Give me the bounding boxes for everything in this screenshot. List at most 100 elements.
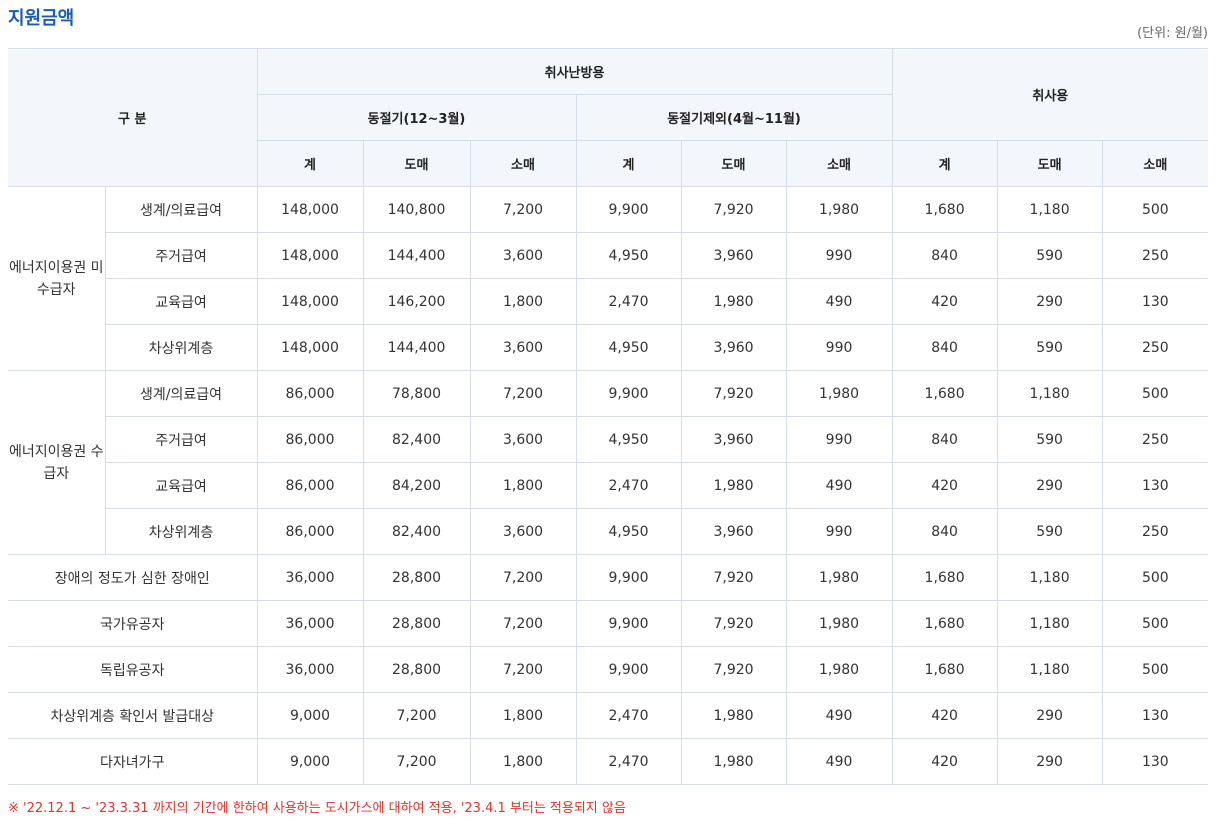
amount-cell: 4,950 [575, 232, 682, 279]
row-label: 차상위계층 확인서 발급대상 [8, 692, 258, 739]
amount-cell: 7,200 [469, 646, 577, 693]
amount-cell: 9,000 [256, 738, 364, 785]
table-row: 에너지이용권 수급자 생계/의료급여 86,000 78,800 7,200 9,900 7… [8, 370, 1209, 555]
amount-cell: 1,980 [680, 278, 787, 325]
table-row: 장애의 정도가 심한 장애인 36,000 28,800 7,200 9,900 7,92… [8, 554, 1209, 601]
amount-cell: 7,200 [362, 738, 471, 785]
amount-cell: 7,920 [680, 554, 787, 601]
amount-cell: 290 [996, 278, 1103, 325]
row-label: 주거급여 [105, 416, 258, 463]
amount-cell: 86,000 [256, 462, 364, 509]
amount-cell: 420 [891, 692, 998, 739]
amount-cell: 7,200 [362, 692, 471, 739]
header-winter: 동절기(12~3월) [257, 94, 577, 141]
amount-cell: 590 [996, 416, 1103, 463]
amount-cell: 1,800 [469, 692, 577, 739]
table-row: 차상위계층 148,000 144,400 3,600 4,950 3,960 990 840… [8, 324, 1209, 371]
amount-cell: 1,680 [891, 600, 998, 647]
table-row: 에너지이용권 미수급자 생계/의료급여 148,000 140,800 7,200 9,9… [8, 186, 1209, 371]
amount-cell: 7,920 [680, 370, 787, 417]
amount-cell: 7,200 [469, 370, 577, 417]
sub-header-cell: 소매 [1101, 140, 1209, 187]
amount-cell: 1,800 [469, 738, 577, 785]
amount-cell: 4,950 [575, 508, 682, 555]
amount-cell: 36,000 [256, 554, 364, 601]
amount-cell: 9,000 [256, 692, 364, 739]
amount-cell: 130 [1101, 738, 1209, 785]
amount-cell: 500 [1101, 646, 1209, 693]
amount-cell: 250 [1101, 324, 1209, 371]
amount-cell: 1,980 [785, 554, 893, 601]
amount-cell: 2,470 [575, 692, 682, 739]
amount-cell: 130 [1101, 462, 1209, 509]
amount-cell: 990 [785, 324, 893, 371]
amount-cell: 4,950 [575, 324, 682, 371]
amount-cell: 9,900 [575, 554, 682, 601]
amount-cell: 86,000 [256, 508, 364, 555]
header-category: 구 분 [8, 48, 258, 187]
amount-cell: 36,000 [256, 600, 364, 647]
amount-cell: 28,800 [362, 646, 471, 693]
amount-cell: 1,980 [680, 738, 787, 785]
amount-cell: 78,800 [362, 370, 471, 417]
amount-cell: 3,600 [469, 416, 577, 463]
amount-cell: 7,920 [680, 600, 787, 647]
amount-cell: 290 [996, 738, 1103, 785]
amount-cell: 3,600 [469, 324, 577, 371]
amount-cell: 1,680 [891, 646, 998, 693]
amount-cell: 4,950 [575, 416, 682, 463]
amount-cell: 1,980 [785, 370, 893, 417]
amount-cell: 420 [891, 738, 998, 785]
amount-cell: 490 [785, 278, 893, 325]
amount-cell: 1,180 [996, 600, 1103, 647]
row-label: 교육급여 [105, 462, 258, 509]
sub-header-cell: 도매 [996, 140, 1103, 187]
amount-cell: 840 [891, 324, 998, 371]
row-label: 주거급여 [105, 232, 258, 279]
amount-cell: 2,470 [575, 738, 682, 785]
amount-cell: 1,180 [996, 370, 1103, 417]
amount-cell: 840 [891, 416, 998, 463]
amount-cell: 28,800 [362, 600, 471, 647]
amount-cell: 500 [1101, 370, 1209, 417]
amount-cell: 140,800 [362, 186, 471, 233]
row-label: 장애의 정도가 심한 장애인 [8, 554, 258, 601]
amount-cell: 82,400 [362, 416, 471, 463]
amount-cell: 2,470 [575, 462, 682, 509]
sub-header-cell: 계 [257, 140, 364, 187]
amount-cell: 590 [996, 508, 1103, 555]
header-cooking-heating: 취사난방용 [256, 48, 893, 95]
amount-cell: 250 [1101, 232, 1209, 279]
amount-cell: 1,180 [996, 554, 1103, 601]
amount-cell: 36,000 [256, 646, 364, 693]
sub-header-cell: 도매 [362, 140, 471, 187]
row-label: 차상위계층 [105, 324, 258, 371]
amount-cell: 144,400 [362, 232, 471, 279]
amount-cell: 148,000 [256, 232, 364, 279]
amount-cell: 990 [785, 508, 893, 555]
amount-cell: 1,800 [469, 462, 577, 509]
amount-cell: 3,600 [469, 508, 577, 555]
amount-cell: 130 [1101, 692, 1209, 739]
amount-cell: 7,920 [680, 646, 787, 693]
amount-cell: 3,960 [680, 508, 787, 555]
header-non-winter: 동절기제외(4월~11월) [575, 94, 893, 141]
amount-cell: 86,000 [256, 370, 364, 417]
row-label: 다자녀가구 [8, 738, 258, 785]
sub-header-cell: 소매 [785, 140, 893, 187]
amount-cell: 146,200 [362, 278, 471, 325]
table-row: 차상위계층 확인서 발급대상 9,000 7,200 1,800 2,470 1,980 4… [8, 692, 1209, 739]
amount-cell: 1,800 [469, 278, 577, 325]
table-header: 구 분 취사난방용 취사용 동절기(12~3월) 동절기제외(4월~11월) 계… [8, 48, 1209, 187]
amount-cell: 250 [1101, 508, 1209, 555]
amount-cell: 84,200 [362, 462, 471, 509]
amount-cell: 1,980 [680, 692, 787, 739]
amount-cell: 2,470 [575, 278, 682, 325]
amount-cell: 1,980 [680, 462, 787, 509]
amount-cell: 290 [996, 692, 1103, 739]
amount-cell: 1,980 [785, 600, 893, 647]
amount-cell: 590 [996, 232, 1103, 279]
amount-cell: 144,400 [362, 324, 471, 371]
amount-cell: 86,000 [256, 416, 364, 463]
amount-cell: 9,900 [575, 600, 682, 647]
